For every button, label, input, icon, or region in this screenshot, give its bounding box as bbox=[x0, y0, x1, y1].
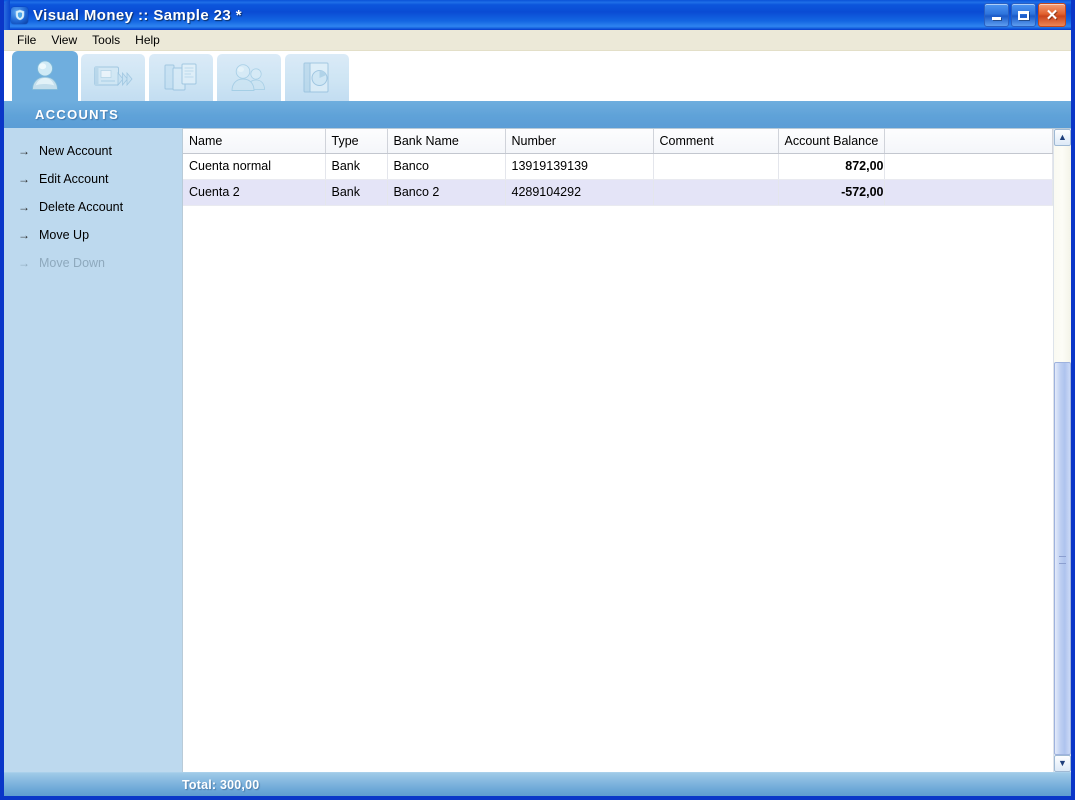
column-header-comment[interactable]: Comment bbox=[653, 129, 779, 154]
sidebar-item-move-up[interactable]: → Move Up bbox=[4, 221, 182, 249]
table-header-row: Name Type Bank Name Number Comment Accou… bbox=[183, 129, 1053, 154]
page-title: ACCOUNTS bbox=[35, 107, 120, 122]
title-bar: Visual Money :: Sample 23 * ✕ bbox=[4, 0, 1071, 30]
table-row[interactable]: Cuenta normal Bank Banco 13919139139 872… bbox=[183, 153, 1053, 180]
cell-comment bbox=[653, 179, 779, 206]
menu-item-view[interactable]: View bbox=[44, 31, 85, 50]
sidebar-item-label: New Account bbox=[39, 144, 112, 158]
user-account-icon bbox=[28, 58, 62, 94]
chevron-up-icon: ▲ bbox=[1058, 132, 1067, 142]
content-area: → New Account → Edit Account → Delete Ac… bbox=[4, 128, 1071, 772]
accounts-table: Name Type Bank Name Number Comment Accou… bbox=[183, 129, 1053, 206]
tab-accounts[interactable] bbox=[12, 51, 78, 101]
menu-item-file[interactable]: File bbox=[10, 31, 44, 50]
minimize-icon bbox=[992, 17, 1001, 20]
sidebar-item-edit-account[interactable]: → Edit Account bbox=[4, 165, 182, 193]
accounts-grid: Name Type Bank Name Number Comment Accou… bbox=[183, 129, 1053, 772]
cell-account-balance: -572,00 bbox=[778, 179, 885, 206]
window-title: Visual Money :: Sample 23 * bbox=[33, 6, 242, 24]
grid-empty-space bbox=[183, 206, 1053, 772]
scroll-up-button[interactable]: ▲ bbox=[1054, 129, 1071, 146]
accounts-grid-container: Name Type Bank Name Number Comment Accou… bbox=[182, 128, 1071, 772]
application-window: Visual Money :: Sample 23 * ✕ File View … bbox=[0, 0, 1075, 800]
maximize-button[interactable] bbox=[1011, 3, 1036, 27]
scroll-down-button[interactable]: ▼ bbox=[1054, 755, 1071, 772]
window-controls: ✕ bbox=[984, 3, 1066, 27]
report-chart-icon bbox=[301, 61, 333, 95]
sidebar-item-label: Delete Account bbox=[39, 200, 124, 214]
cell-filler bbox=[884, 179, 1053, 206]
scrollbar-thumb[interactable] bbox=[1054, 362, 1071, 755]
column-header-number[interactable]: Number bbox=[505, 129, 654, 154]
tab-categories[interactable] bbox=[148, 53, 214, 101]
card-transfer-icon bbox=[93, 63, 133, 93]
cell-number: 13919139139 bbox=[505, 153, 654, 180]
sidebar-item-label: Move Up bbox=[39, 228, 90, 242]
column-header-account-balance[interactable]: Account Balance bbox=[778, 129, 885, 154]
arrow-right-icon: → bbox=[18, 256, 30, 270]
vertical-scrollbar[interactable]: ▲ ▼ bbox=[1053, 129, 1071, 772]
status-bar: Total: 300,00 bbox=[4, 772, 1071, 796]
column-header-bank-name[interactable]: Bank Name bbox=[387, 129, 506, 154]
cell-filler bbox=[884, 153, 1053, 180]
arrow-right-icon: → bbox=[18, 228, 30, 242]
sidebar-item-delete-account[interactable]: → Delete Account bbox=[4, 193, 182, 221]
column-header-type[interactable]: Type bbox=[325, 129, 388, 154]
arrow-right-icon: → bbox=[18, 200, 30, 214]
cell-type: Bank bbox=[325, 179, 388, 206]
shield-icon bbox=[11, 6, 28, 24]
cell-name: Cuenta normal bbox=[183, 153, 326, 180]
table-row[interactable]: Cuenta 2 Bank Banco 2 4289104292 -572,00 bbox=[183, 179, 1053, 206]
menu-item-tools[interactable]: Tools bbox=[85, 31, 128, 50]
cell-number: 4289104292 bbox=[505, 179, 654, 206]
cell-bank-name: Banco bbox=[387, 153, 506, 180]
scrollbar-track[interactable] bbox=[1054, 146, 1071, 755]
column-header-filler bbox=[884, 129, 1053, 154]
sidebar: → New Account → Edit Account → Delete Ac… bbox=[4, 128, 182, 772]
documents-icon bbox=[163, 62, 199, 94]
close-button[interactable]: ✕ bbox=[1038, 3, 1066, 27]
menu-item-help[interactable]: Help bbox=[128, 31, 168, 50]
sidebar-item-new-account[interactable]: → New Account bbox=[4, 137, 182, 165]
tab-reports[interactable] bbox=[284, 53, 350, 101]
arrow-right-icon: → bbox=[18, 172, 30, 186]
cell-type: Bank bbox=[325, 153, 388, 180]
minimize-button[interactable] bbox=[984, 3, 1009, 27]
tab-payees[interactable] bbox=[216, 53, 282, 101]
cell-name: Cuenta 2 bbox=[183, 179, 326, 206]
sidebar-item-label: Move Down bbox=[39, 256, 105, 270]
sidebar-item-move-down: → Move Down bbox=[4, 249, 182, 277]
people-icon bbox=[229, 62, 269, 94]
cell-bank-name: Banco 2 bbox=[387, 179, 506, 206]
status-total-label: Total: 300,00 bbox=[182, 777, 260, 792]
menu-bar: File View Tools Help bbox=[4, 30, 1071, 51]
cell-comment bbox=[653, 153, 779, 180]
arrow-right-icon: → bbox=[18, 144, 30, 158]
tab-transactions[interactable] bbox=[80, 53, 146, 101]
section-banner: ACCOUNTS bbox=[4, 101, 1071, 128]
maximize-icon bbox=[1018, 10, 1029, 20]
close-icon: ✕ bbox=[1045, 6, 1059, 24]
sidebar-item-label: Edit Account bbox=[39, 172, 109, 186]
column-header-name[interactable]: Name bbox=[183, 129, 326, 154]
toolbar-tabs bbox=[4, 51, 1071, 101]
chevron-down-icon: ▼ bbox=[1058, 758, 1067, 768]
cell-account-balance: 872,00 bbox=[778, 153, 885, 180]
